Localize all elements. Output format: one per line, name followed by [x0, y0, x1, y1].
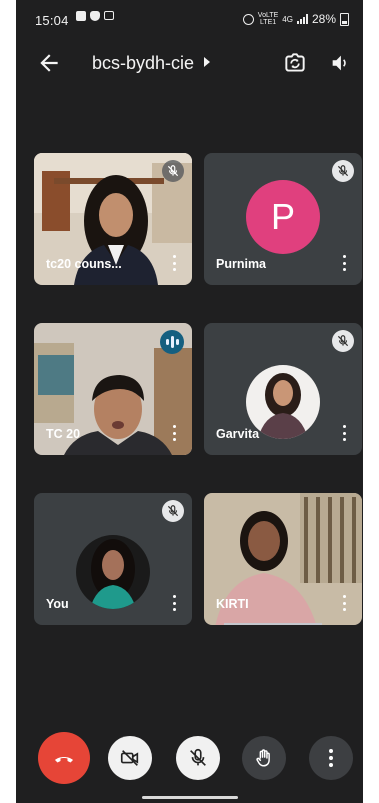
mic-off-indicator: [332, 330, 354, 352]
participant-tile[interactable]: KIRTI: [204, 493, 362, 625]
camera-toggle-button[interactable]: [108, 736, 152, 780]
more-vert-icon[interactable]: [172, 595, 176, 611]
participant-tile[interactable]: tc20 couns...: [34, 153, 192, 285]
participant-tile[interactable]: Garvita: [204, 323, 362, 455]
mic-toggle-button[interactable]: [176, 736, 220, 780]
mic-off-icon: [190, 748, 206, 766]
notification-icon: [76, 11, 86, 21]
notification-icons: [76, 11, 114, 21]
battery-icon: [340, 12, 349, 26]
camera-off-icon: [120, 750, 139, 766]
mic-off-icon: [337, 165, 349, 177]
avatar: P: [246, 180, 320, 254]
signal-icon: [296, 14, 308, 24]
back-arrow-icon[interactable]: [36, 50, 62, 76]
participant-name: tc20 couns...: [46, 257, 122, 271]
call-controls: [16, 720, 363, 803]
lte-label: LTE1: [259, 19, 277, 26]
raise-hand-button[interactable]: [242, 736, 286, 780]
speaking-indicator-icon: [160, 330, 184, 354]
meeting-title[interactable]: bcs-bydh-cie: [92, 53, 194, 74]
mic-off-indicator: [162, 160, 184, 182]
self-tile[interactable]: You: [34, 493, 192, 625]
participant-name: KIRTI: [216, 597, 249, 611]
participant-name: You: [46, 597, 69, 611]
participant-name: Garvita: [216, 427, 260, 441]
mic-off-indicator: [162, 500, 184, 522]
more-vert-icon[interactable]: [342, 595, 346, 611]
meeting-header: bcs-bydh-cie: [16, 40, 363, 88]
network-gen: 4G: [282, 14, 293, 24]
battery-percent: 28%: [311, 12, 336, 26]
mic-off-icon: [167, 165, 179, 177]
participant-tile[interactable]: TC 20: [34, 323, 192, 455]
home-indicator[interactable]: [142, 796, 238, 799]
app-notification-icon: [90, 11, 100, 21]
participant-tile[interactable]: P Purnima: [204, 153, 362, 285]
mic-off-icon: [337, 335, 349, 347]
speaker-icon[interactable]: [329, 52, 351, 74]
participant-name: Purnima: [216, 257, 267, 271]
alarm-icon: [242, 13, 254, 25]
raise-hand-icon: [256, 749, 270, 767]
switch-camera-icon[interactable]: [282, 50, 308, 76]
more-options-button[interactable]: [309, 736, 353, 780]
status-bar: 15:04 VoLTE LTE1 4G 28%: [16, 0, 363, 38]
participant-name: TC 20: [46, 427, 81, 441]
more-vert-icon[interactable]: [342, 255, 346, 271]
cast-icon: [104, 11, 114, 20]
meet-screen: 15:04 VoLTE LTE1 4G 28% bcs-bydh-cie tc2…: [16, 0, 363, 803]
system-status: VoLTE LTE1 4G 28%: [242, 12, 349, 26]
volte-label: VoLTE: [257, 12, 279, 19]
more-vert-icon[interactable]: [342, 425, 346, 441]
network-label: VoLTE LTE1: [258, 12, 279, 26]
more-vert-icon[interactable]: [172, 425, 176, 441]
meeting-details-chevron-icon[interactable]: [204, 57, 210, 67]
mic-off-icon: [167, 505, 179, 517]
end-call-button[interactable]: [38, 732, 90, 784]
more-vert-icon: [329, 749, 333, 767]
avatar: [76, 535, 150, 609]
mic-off-indicator: [332, 160, 354, 182]
end-call-icon: [55, 757, 73, 763]
more-vert-icon[interactable]: [172, 255, 176, 271]
status-time: 15:04: [35, 13, 69, 28]
